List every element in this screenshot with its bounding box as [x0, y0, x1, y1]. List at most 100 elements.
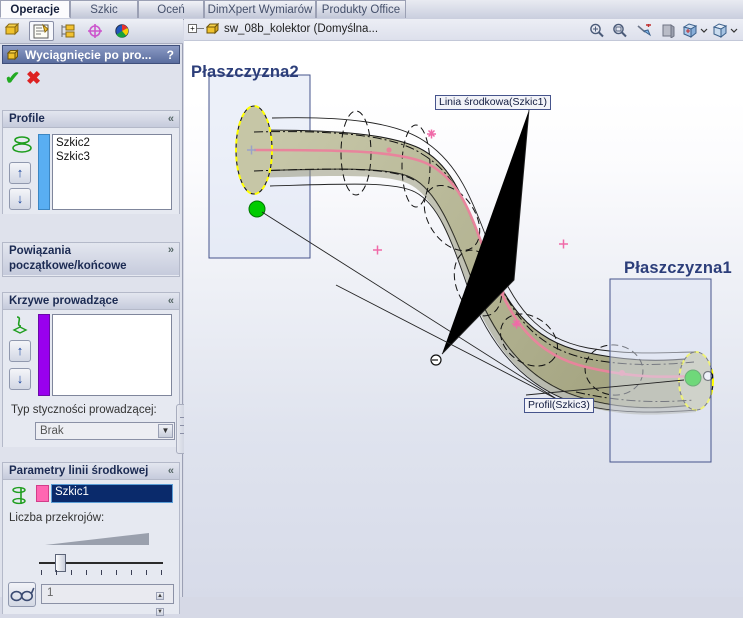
zoom-to-area-icon[interactable]	[612, 23, 628, 38]
chevron-down-icon[interactable]: ▼	[158, 424, 173, 438]
plane1-label[interactable]: Płaszczyzna1	[624, 259, 732, 278]
accept-button[interactable]: ✔	[5, 69, 20, 87]
tree-item-label[interactable]: sw_08b_kolektor (Domyślna...	[224, 21, 378, 37]
tab-ocen[interactable]: Oceń	[138, 0, 204, 18]
tab-label: DimXpert Wymiarów	[207, 4, 313, 16]
tab-label: Szkic	[90, 4, 118, 16]
tab-dimxpert[interactable]: DimXpert Wymiarów	[204, 0, 316, 18]
group-centerline-title: Parametry linii środkowej	[9, 465, 149, 477]
centerline-color-indicator	[36, 485, 49, 502]
tree-expand-icon[interactable]: +	[188, 24, 197, 33]
zoom-to-fit-icon[interactable]	[589, 23, 605, 38]
tangency-type-select[interactable]: Brak ▼	[35, 422, 175, 440]
solidworks-window: Operacje Szkic Oceń DimXpert Wymiarów Pr…	[0, 0, 743, 616]
view-orientation-icon[interactable]	[682, 23, 708, 38]
display-style-icon[interactable]	[712, 23, 738, 38]
group-start-end-title-line2: początkowe/końcowe	[9, 260, 127, 272]
profile-move-up-button[interactable]: ↑	[9, 162, 31, 184]
tab-label: Produkty Office	[321, 4, 401, 16]
group-profile: Profile « ↑ ↓ Szkic2 Szkic3	[2, 110, 180, 214]
group-guide-curves: Krzywe prowadzące « ↑ ↓ Typ styczności p…	[2, 292, 180, 447]
collapse-icon[interactable]: «	[168, 293, 174, 310]
manager-pane-toolbar	[0, 19, 183, 44]
graphics-viewport[interactable]: + sw_08b_kolektor (Domyślna... Płaszczyz…	[184, 19, 743, 597]
group-centerline-parameters: Parametry linii środkowej « Szkic1 Liczb…	[2, 462, 180, 616]
centerline-callout[interactable]: Linia środkowa(Szkic1)	[435, 95, 551, 110]
part-document-icon	[206, 22, 222, 37]
group-start-end-header[interactable]: Powiązania początkowe/końcowe »	[3, 243, 179, 275]
tangency-type-label: Typ styczności prowadzącej:	[11, 404, 157, 416]
configuration-manager-icon[interactable]	[56, 21, 81, 41]
guide-curve-icon	[10, 314, 34, 336]
collapse-icon[interactable]: «	[168, 463, 174, 480]
centerline-icon	[10, 485, 32, 507]
help-button[interactable]: ?	[167, 46, 174, 64]
centerline-selection-value: Szkic1	[55, 486, 89, 498]
display-manager-icon[interactable]	[110, 21, 135, 41]
slider-tick	[56, 570, 57, 575]
sections-wedge-graphic	[45, 532, 149, 548]
expand-icon[interactable]: »	[168, 243, 174, 258]
feature-manager-tree-icon[interactable]	[2, 21, 27, 41]
slider-tick	[71, 570, 72, 575]
dimxpert-manager-icon[interactable]	[83, 21, 108, 41]
guide-curves-list[interactable]	[52, 314, 172, 396]
collapse-icon[interactable]: «	[168, 111, 174, 128]
group-start-end-constraints[interactable]: Powiązania początkowe/końcowe »	[2, 242, 180, 277]
guide-move-up-button[interactable]: ↑	[9, 340, 31, 362]
slider-tick	[86, 570, 87, 575]
slider-tick	[116, 570, 117, 575]
guide-color-indicator	[38, 314, 50, 396]
group-profile-header[interactable]: Profile «	[3, 111, 179, 128]
group-guide-curves-header[interactable]: Krzywe prowadzące «	[3, 293, 179, 310]
tab-label: Oceń	[157, 4, 185, 16]
group-guide-curves-body: ↑ ↓ Typ styczności prowadzącej: Brak ▼	[3, 310, 179, 447]
sections-count-label: Liczba przekrojów:	[9, 512, 105, 524]
stepper-up-icon[interactable]: ▲	[156, 592, 164, 600]
slider-tick	[146, 570, 147, 575]
group-centerline-header[interactable]: Parametry linii środkowej «	[3, 463, 179, 480]
sections-count-input[interactable]: 1 ▲ ▼	[41, 584, 174, 616]
previous-view-icon[interactable]	[636, 23, 653, 38]
section-view-icon[interactable]	[660, 23, 676, 38]
property-manager-title: Wyciągnięcie po pro...	[25, 48, 152, 62]
glasses-preview-icon[interactable]	[8, 582, 36, 607]
profile-move-down-button[interactable]: ↓	[9, 188, 31, 210]
down-arrow-icon: ↓	[16, 371, 24, 386]
profile-color-indicator	[38, 134, 50, 210]
tab-szkic[interactable]: Szkic	[70, 0, 138, 18]
command-manager-tabs: Operacje Szkic Oceń DimXpert Wymiarów Pr…	[0, 0, 743, 20]
tab-operacje[interactable]: Operacje	[0, 0, 70, 18]
profile-selection-icon	[11, 134, 33, 156]
group-guide-curves-title: Krzywe prowadzące	[9, 295, 119, 307]
property-manager-icon[interactable]	[29, 21, 54, 41]
sweep-feature-icon	[6, 48, 21, 63]
profile-callout[interactable]: Profil(Szkic3)	[524, 398, 594, 413]
tab-produkty-office[interactable]: Produkty Office	[316, 0, 406, 18]
plane2-label[interactable]: Płaszczyzna2	[191, 63, 299, 82]
slider-tick	[101, 570, 102, 575]
cancel-button[interactable]: ✖	[26, 69, 41, 87]
profile-list[interactable]: Szkic2 Szkic3	[52, 134, 172, 210]
swept-model-graphic[interactable]	[184, 40, 743, 597]
list-item[interactable]: Szkic2	[56, 136, 171, 150]
group-centerline-body: Szkic1 Liczba przekrojów: 1 ▲ ▼	[3, 480, 179, 616]
list-item[interactable]: Szkic3	[56, 150, 171, 164]
property-manager-actions: ✔ ✖	[0, 67, 183, 89]
slider-tick	[41, 570, 42, 575]
group-start-end-title-line1: Powiązania	[9, 245, 71, 257]
tangency-type-value: Brak	[40, 425, 64, 437]
slider-tick	[161, 570, 162, 575]
viewport-top-strip: + sw_08b_kolektor (Domyślna...	[184, 19, 743, 41]
guide-move-down-button[interactable]: ↓	[9, 368, 31, 390]
group-profile-body: ↑ ↓ Szkic2 Szkic3	[3, 128, 179, 214]
stepper-down-icon[interactable]: ▼	[156, 608, 164, 616]
down-arrow-icon: ↓	[16, 191, 24, 206]
sections-count-stepper[interactable]: ▲ ▼	[156, 586, 172, 616]
centerline-selection-field[interactable]: Szkic1	[51, 484, 173, 503]
tab-label: Operacje	[10, 4, 60, 16]
up-arrow-icon: ↑	[16, 165, 24, 180]
property-manager-title-bar: Wyciągnięcie po pro... ?	[2, 45, 180, 64]
left-command-panel: Wyciągnięcie po pro... ? ✔ ✖ Profile « ↑…	[0, 19, 187, 616]
sections-count-value: 1	[47, 587, 54, 599]
